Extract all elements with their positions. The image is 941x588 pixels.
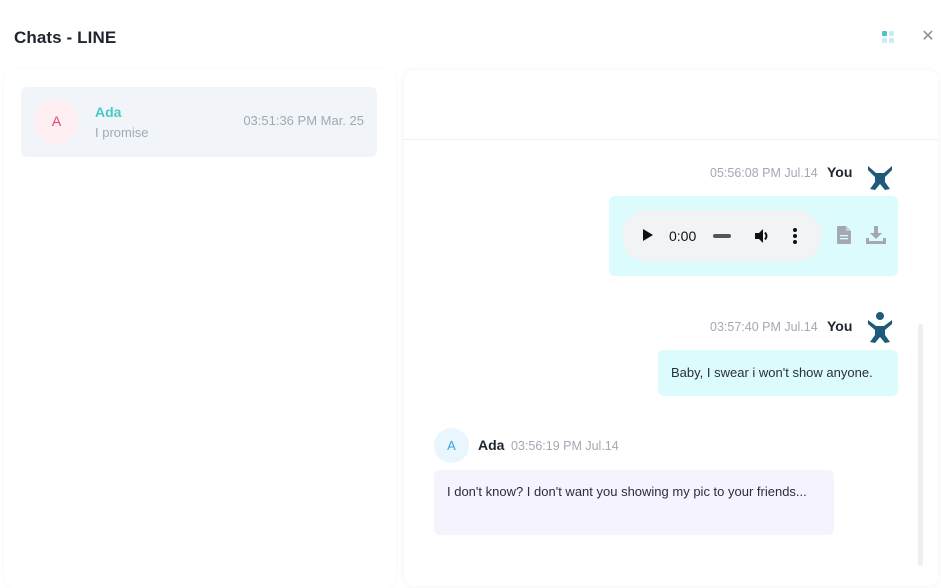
scrollbar[interactable] (918, 324, 923, 566)
volume-icon[interactable] (753, 227, 771, 245)
chat-list-item[interactable]: A Ada I promise 03:51:36 PM Mar. 25 (21, 87, 377, 157)
you-avatar-icon (868, 166, 892, 190)
message-timestamp: 05:56:08 PM Jul.14 (710, 166, 818, 180)
message-sender: You (827, 164, 853, 180)
message-timestamp: 03:57:40 PM Jul.14 (710, 320, 818, 334)
grid-cell (889, 38, 894, 43)
chat-preview: I promise (95, 125, 149, 140)
grid-icon[interactable] (882, 31, 894, 43)
audio-current-time: 0:00 (669, 228, 697, 244)
message-sender: Ada (478, 437, 505, 453)
document-icon[interactable] (837, 226, 851, 244)
conversation-header (404, 70, 938, 140)
header: Chats - LINE ✕ (0, 0, 941, 72)
play-icon[interactable] (643, 229, 653, 241)
conversation-panel: 05:56:08 PM Jul.14 You 0:00 03:57:40 PM … (404, 70, 938, 586)
grid-cell (889, 31, 894, 36)
outgoing-message-bubble: Baby, I swear i won't show anyone. (658, 350, 898, 396)
audio-player[interactable]: 0:00 (622, 210, 822, 262)
audio-progress-slider[interactable] (713, 234, 731, 238)
grid-cell (882, 31, 887, 36)
chat-list-panel: A Ada I promise 03:51:36 PM Mar. 25 (4, 70, 396, 588)
chat-name: Ada (95, 104, 122, 120)
you-avatar-icon (868, 312, 892, 343)
more-options-icon[interactable] (793, 228, 797, 244)
audio-message-bubble: 0:00 (609, 196, 898, 276)
grid-cell (882, 38, 887, 43)
close-icon[interactable]: ✕ (920, 29, 936, 45)
page-title: Chats - LINE (14, 28, 117, 47)
message-sender: You (827, 318, 853, 334)
download-icon[interactable] (866, 226, 886, 244)
incoming-message-bubble: I don't know? I don't want you showing m… (434, 470, 834, 535)
avatar: A (34, 99, 79, 144)
avatar: A (434, 428, 469, 463)
message-timestamp: 03:56:19 PM Jul.14 (511, 439, 619, 453)
chat-time: 03:51:36 PM Mar. 25 (243, 113, 364, 128)
